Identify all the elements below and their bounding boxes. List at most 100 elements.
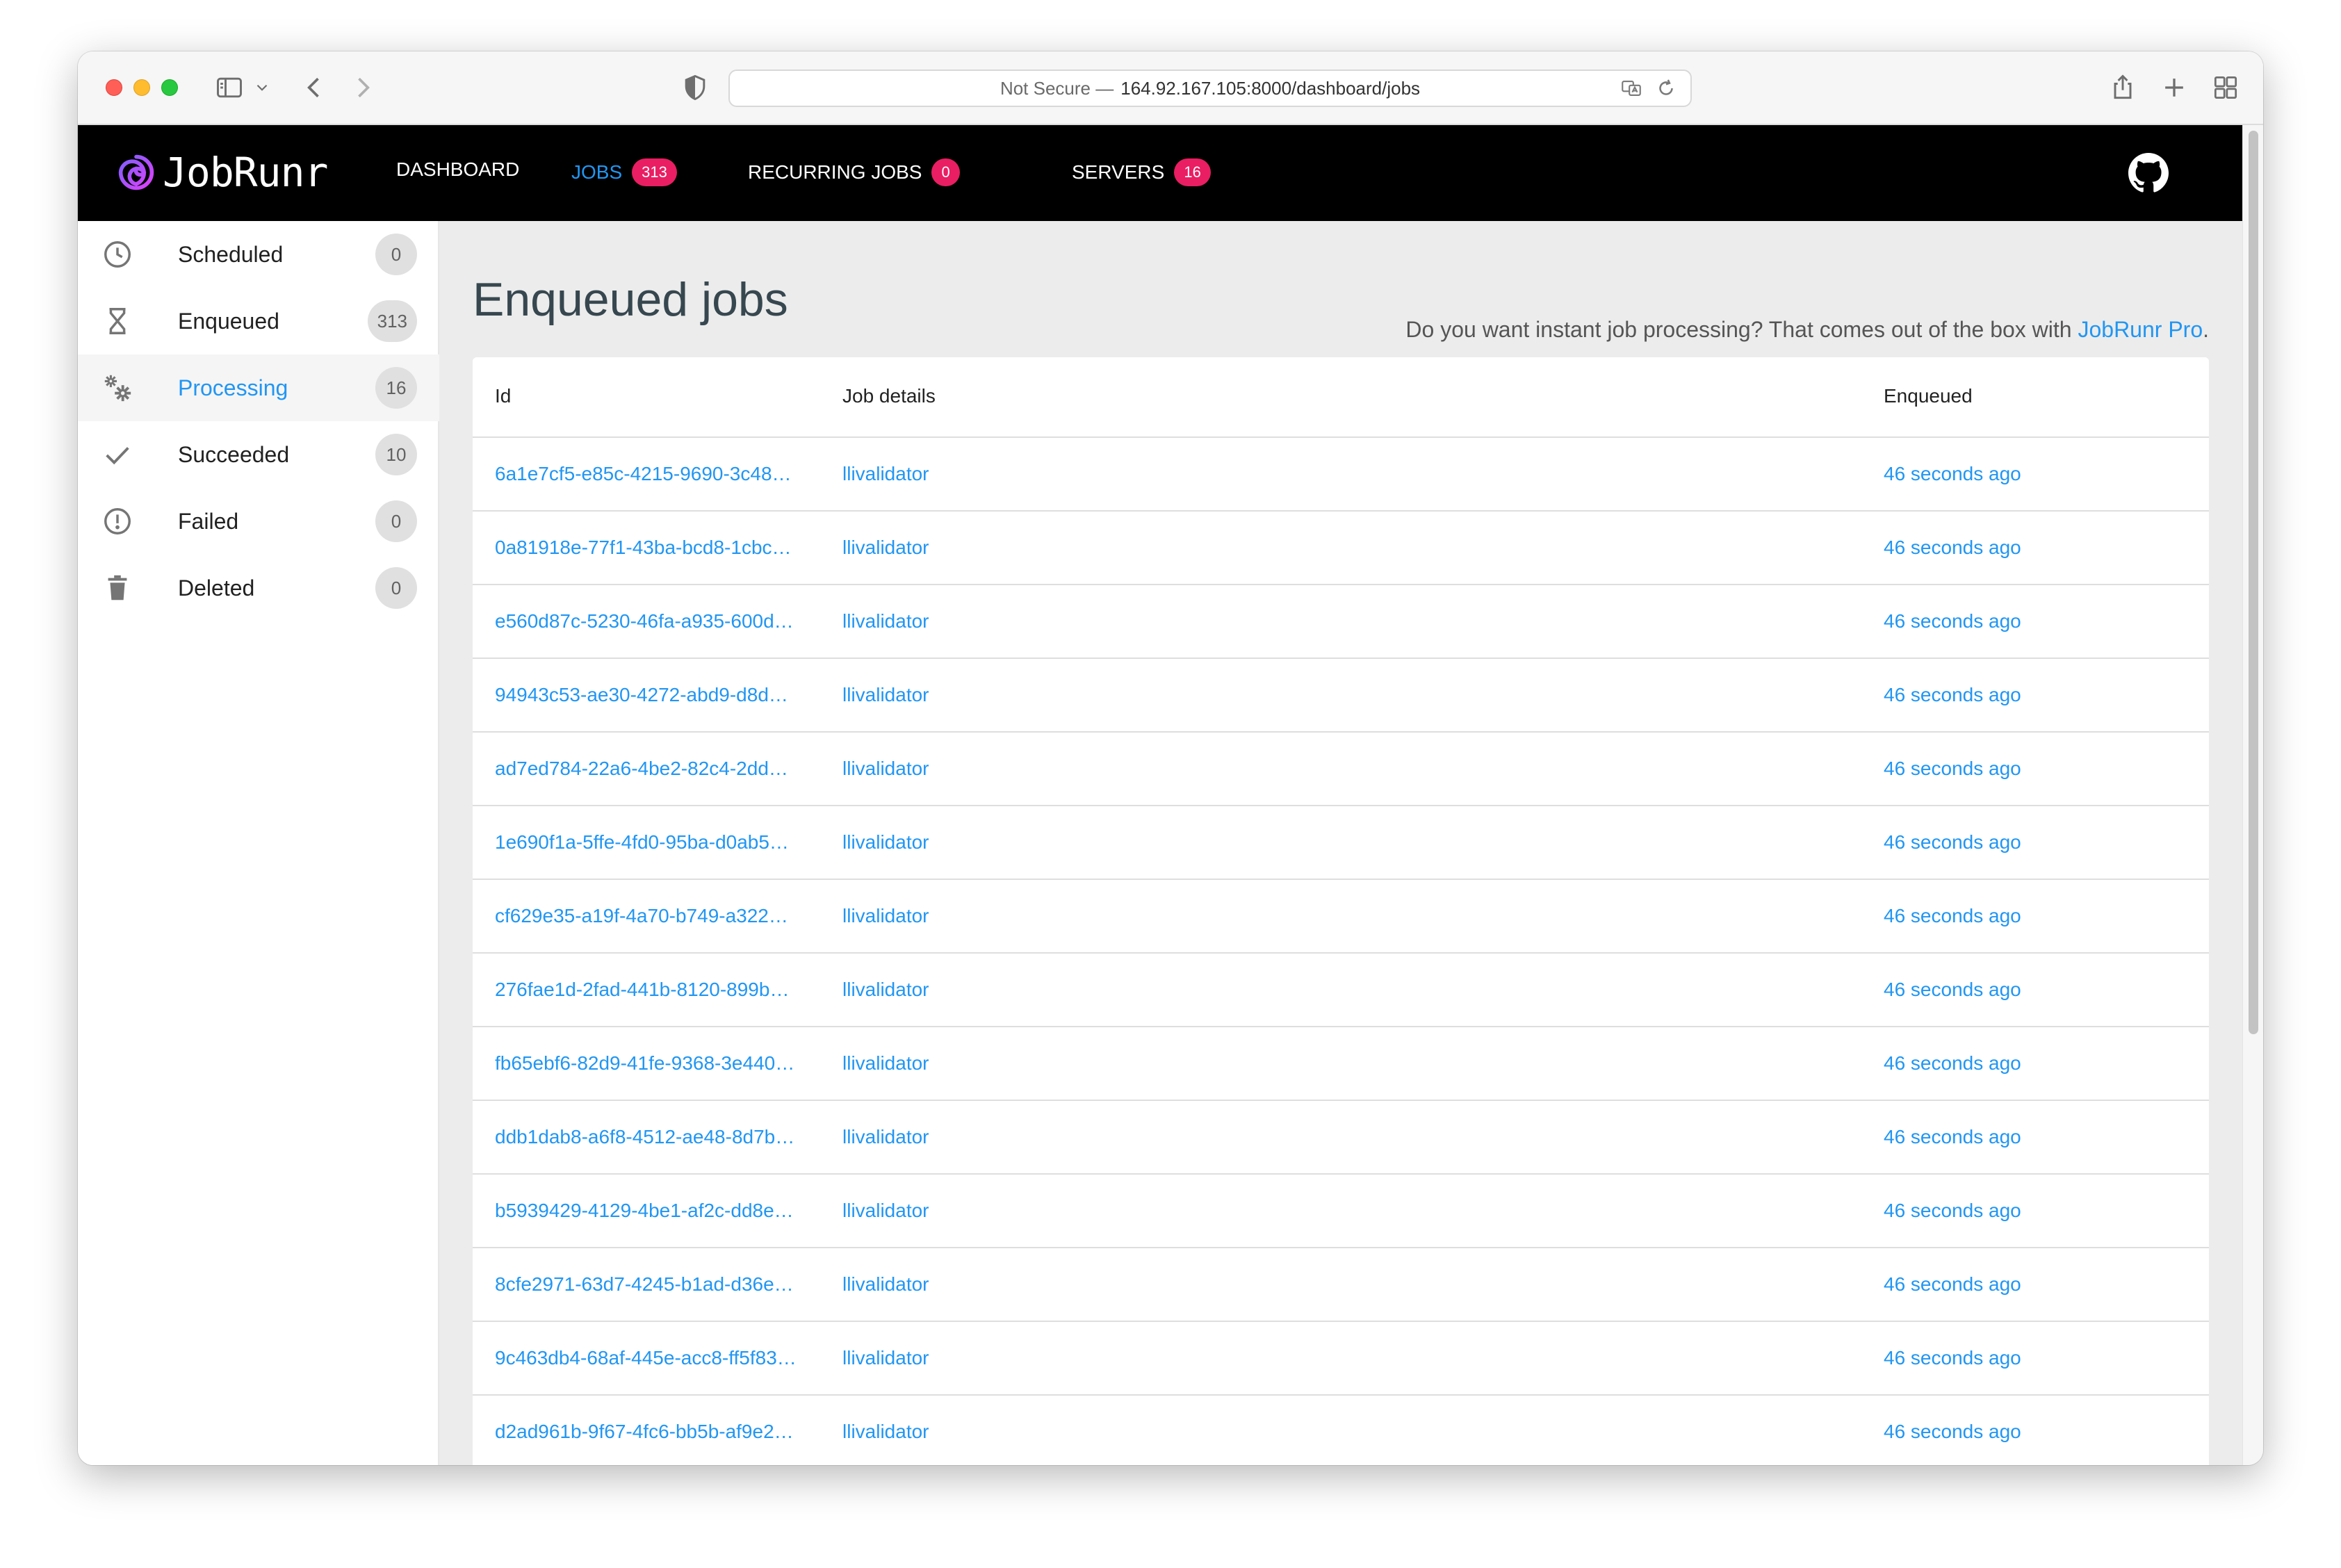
sidebar-item-succeeded[interactable]: Succeeded 10 xyxy=(78,421,439,488)
table-row[interactable]: cf629e35-a19f-4a70-b749-a322… llivalidato… xyxy=(473,880,2209,954)
sidebar-item-enqueued[interactable]: Enqueued 313 xyxy=(78,288,439,354)
job-details-link[interactable]: llivalidator xyxy=(842,610,929,632)
nav-jobs[interactable]: JOBS 313 xyxy=(571,158,677,186)
translate-icon[interactable] xyxy=(1620,76,1643,105)
job-id-link[interactable]: ad7ed784-22a6-4be2-82c4-2dd… xyxy=(495,758,822,780)
nav-dashboard[interactable]: DASHBOARD xyxy=(396,158,519,181)
job-id-link[interactable]: 0a81918e-77f1-43ba-bcd8-1cbc… xyxy=(495,537,822,559)
gears-icon xyxy=(101,372,133,404)
sidebar-item-scheduled[interactable]: Scheduled 0 xyxy=(78,221,439,288)
job-id-link[interactable]: b5939429-4129-4be1-af2c-dd8e… xyxy=(495,1200,822,1222)
job-details-link[interactable]: llivalidator xyxy=(842,1052,929,1075)
chevron-down-icon[interactable] xyxy=(253,72,271,103)
table-row[interactable]: 9c463db4-68af-445e-acc8-ff5f83… llivalida… xyxy=(473,1322,2209,1396)
vertical-scrollbar[interactable] xyxy=(2242,125,2263,1465)
enqueued-time-link[interactable]: 46 seconds ago xyxy=(1884,905,2021,927)
table-row[interactable]: d2ad961b-9f67-4fc6-bb5b-af9e2… llivalidat… xyxy=(473,1396,2209,1465)
github-icon[interactable] xyxy=(2128,153,2169,193)
job-details-link[interactable]: llivalidator xyxy=(842,537,929,559)
enqueued-time-link[interactable]: 46 seconds ago xyxy=(1884,684,2021,706)
job-id-link[interactable]: ddb1dab8-a6f8-4512-ae48-8d7b… xyxy=(495,1126,822,1148)
enqueued-time-link[interactable]: 46 seconds ago xyxy=(1884,1273,2021,1296)
job-details-link[interactable]: llivalidator xyxy=(842,758,929,780)
privacy-shield-icon[interactable] xyxy=(680,72,710,103)
sidebar-item-label: Enqueued xyxy=(178,308,279,334)
table-row[interactable]: 0a81918e-77f1-43ba-bcd8-1cbc… llivalidato… xyxy=(473,512,2209,585)
job-details-link[interactable]: llivalidator xyxy=(842,463,929,485)
job-details-link[interactable]: llivalidator xyxy=(842,1273,929,1296)
close-window-button[interactable] xyxy=(106,79,122,96)
browser-toolbar: Not Secure — 164.92.167.105:8000/dashboa… xyxy=(78,51,2263,125)
page-title: Enqueued jobs xyxy=(473,273,788,326)
alert-circle-icon xyxy=(101,505,133,537)
table-row[interactable]: 94943c53-ae30-4272-abd9-d8d… llivalidator… xyxy=(473,659,2209,733)
enqueued-time-link[interactable]: 46 seconds ago xyxy=(1884,1126,2021,1148)
job-details-link[interactable]: llivalidator xyxy=(842,1126,929,1148)
jobrunr-pro-link[interactable]: JobRunr Pro xyxy=(2078,317,2203,342)
enqueued-time-link[interactable]: 46 seconds ago xyxy=(1884,1421,2021,1443)
table-row[interactable]: ad7ed784-22a6-4be2-82c4-2dd… llivalidator… xyxy=(473,733,2209,806)
enqueued-time-link[interactable]: 46 seconds ago xyxy=(1884,1052,2021,1075)
enqueued-time-link[interactable]: 46 seconds ago xyxy=(1884,610,2021,632)
zoom-window-button[interactable] xyxy=(161,79,178,96)
job-details-link[interactable]: llivalidator xyxy=(842,905,929,927)
forward-icon[interactable] xyxy=(348,72,378,103)
tab-overview-icon[interactable] xyxy=(2210,72,2241,103)
table-row[interactable]: 276fae1d-2fad-441b-8120-899b… llivalidato… xyxy=(473,954,2209,1027)
job-details-link[interactable]: llivalidator xyxy=(842,1421,929,1443)
job-details-link[interactable]: llivalidator xyxy=(842,831,929,854)
enqueued-time-link[interactable]: 46 seconds ago xyxy=(1884,979,2021,1001)
address-bar[interactable]: Not Secure — 164.92.167.105:8000/dashboa… xyxy=(728,70,1692,107)
sidebar-item-label: Deleted xyxy=(178,575,255,601)
minimize-window-button[interactable] xyxy=(133,79,150,96)
job-details-link[interactable]: llivalidator xyxy=(842,1200,929,1222)
table-row[interactable]: 8cfe2971-63d7-4245-b1ad-d36e… llivalidato… xyxy=(473,1248,2209,1322)
table-row[interactable]: fb65ebf6-82d9-41fe-9368-3e440… llivalidat… xyxy=(473,1027,2209,1101)
sidebar-item-processing[interactable]: Processing 16 xyxy=(78,354,439,421)
nav-recurring-jobs-label: RECURRING JOBS xyxy=(748,161,922,183)
job-id-link[interactable]: e560d87c-5230-46fa-a935-600d… xyxy=(495,610,822,632)
new-tab-icon[interactable] xyxy=(2159,72,2189,103)
sidebar-item-failed[interactable]: Failed 0 xyxy=(78,488,439,555)
share-icon[interactable] xyxy=(2107,72,2138,103)
job-details-link[interactable]: llivalidator xyxy=(842,979,929,1001)
hourglass-icon xyxy=(101,305,133,337)
table-row[interactable]: e560d87c-5230-46fa-a935-600d… llivalidato… xyxy=(473,585,2209,659)
collapse-sidebar-icon[interactable] xyxy=(388,1462,416,1465)
enqueued-time-link[interactable]: 46 seconds ago xyxy=(1884,1200,2021,1222)
job-id-link[interactable]: 8cfe2971-63d7-4245-b1ad-d36e… xyxy=(495,1273,822,1296)
job-id-link[interactable]: 94943c53-ae30-4272-abd9-d8d… xyxy=(495,684,822,706)
enqueued-time-link[interactable]: 46 seconds ago xyxy=(1884,831,2021,854)
enqueued-time-link[interactable]: 46 seconds ago xyxy=(1884,463,2021,485)
nav-recurring-jobs[interactable]: RECURRING JOBS 0 xyxy=(748,158,960,186)
job-id-link[interactable]: cf629e35-a19f-4a70-b749-a322… xyxy=(495,905,822,927)
sidebar-item-deleted[interactable]: Deleted 0 xyxy=(78,555,439,621)
enqueued-time-link[interactable]: 46 seconds ago xyxy=(1884,1347,2021,1369)
sidebar-toggle-icon[interactable] xyxy=(214,72,245,103)
jobrunr-logo[interactable]: JobRunr xyxy=(117,149,328,196)
reload-icon[interactable] xyxy=(1654,76,1678,105)
app-header: JobRunr DASHBOARD JOBS 313 RECURRING JOB… xyxy=(78,125,2242,221)
job-details-link[interactable]: llivalidator xyxy=(842,1347,929,1369)
scrollbar-thumb[interactable] xyxy=(2249,131,2258,1034)
nav-servers[interactable]: SERVERS 16 xyxy=(1072,158,1211,186)
count-badge: 0 xyxy=(375,500,417,542)
job-id-link[interactable]: 9c463db4-68af-445e-acc8-ff5f83… xyxy=(495,1347,822,1369)
job-id-link[interactable]: 276fae1d-2fad-441b-8120-899b… xyxy=(495,979,822,1001)
servers-count-badge: 16 xyxy=(1174,158,1211,186)
job-id-link[interactable]: 1e690f1a-5ffe-4fd0-95ba-d0ab5… xyxy=(495,831,822,854)
job-id-link[interactable]: 6a1e7cf5-e85c-4215-9690-3c48… xyxy=(495,463,822,485)
table-row[interactable]: ddb1dab8-a6f8-4512-ae48-8d7b… llivalidato… xyxy=(473,1101,2209,1175)
enqueued-time-link[interactable]: 46 seconds ago xyxy=(1884,537,2021,559)
table-row[interactable]: b5939429-4129-4be1-af2c-dd8e… llivalidato… xyxy=(473,1175,2209,1248)
table-row[interactable]: 1e690f1a-5ffe-4fd0-95ba-d0ab5… llivalidat… xyxy=(473,806,2209,880)
logo-text: JobRunr xyxy=(163,149,328,196)
recurring-jobs-count-badge: 0 xyxy=(931,158,960,186)
job-id-link[interactable]: d2ad961b-9f67-4fc6-bb5b-af9e2… xyxy=(495,1421,822,1443)
job-details-link[interactable]: llivalidator xyxy=(842,684,929,706)
job-id-link[interactable]: fb65ebf6-82d9-41fe-9368-3e440… xyxy=(495,1052,822,1075)
table-row[interactable]: 6a1e7cf5-e85c-4215-9690-3c48… llivalidato… xyxy=(473,438,2209,512)
nav-servers-label: SERVERS xyxy=(1072,161,1165,183)
back-icon[interactable] xyxy=(299,72,329,103)
enqueued-time-link[interactable]: 46 seconds ago xyxy=(1884,758,2021,780)
